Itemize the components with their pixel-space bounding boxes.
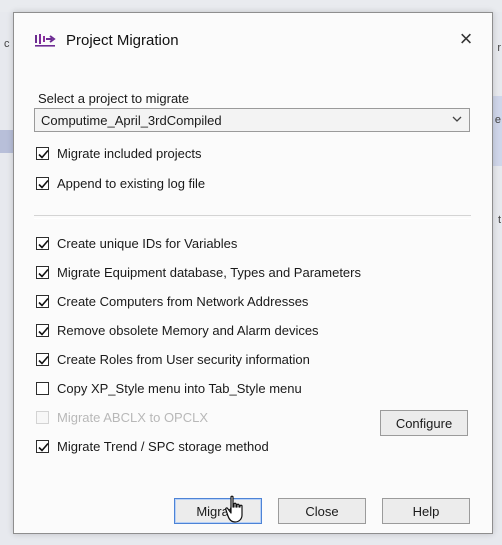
checkmark-icon (38, 149, 49, 159)
checkbox-label: Create Computers from Network Addresses (57, 294, 309, 309)
checkbox-copy-xp-style-menu[interactable]: Copy XP_Style menu into Tab_Style menu (36, 381, 302, 396)
project-migration-dialog: Project Migration × Select a project to … (13, 12, 493, 534)
checkbox-create-computers[interactable]: Create Computers from Network Addresses (36, 294, 308, 309)
background-right-char-3: t (497, 214, 501, 226)
checkbox-label: Append to existing log file (57, 176, 206, 191)
checkmark-icon (38, 239, 49, 249)
checkbox-label: Remove obsolete Memory and Alarm devices (57, 323, 319, 338)
help-button[interactable]: Help (382, 498, 470, 524)
close-icon: × (459, 26, 473, 51)
project-select-label: Select a project to migrate (38, 91, 190, 106)
checkbox-migrate-abclx-opclx: Migrate ABCLX to OPCLX (36, 410, 208, 425)
project-migration-icon (35, 33, 57, 47)
checkmark-icon (38, 326, 49, 336)
checkmark-icon (38, 268, 49, 278)
checkbox-square[interactable] (36, 324, 49, 337)
checkbox-migrate-included-projects[interactable]: Migrate included projects (36, 146, 202, 161)
checkbox-migrate-equipment-database[interactable]: Migrate Equipment database, Types and Pa… (36, 265, 361, 280)
checkbox-label: Migrate Equipment database, Types and Pa… (57, 265, 361, 280)
checkbox-create-unique-ids[interactable]: Create unique IDs for Variables (36, 236, 237, 251)
checkbox-square[interactable] (36, 177, 49, 190)
checkmark-icon (38, 442, 49, 452)
checkbox-label: Migrate included projects (57, 146, 202, 161)
checkbox-label: Copy XP_Style menu into Tab_Style menu (57, 381, 302, 396)
configure-button[interactable]: Configure (380, 410, 468, 436)
checkbox-label: Migrate ABCLX to OPCLX (57, 410, 209, 425)
background-top (0, 0, 502, 12)
background-left-char: c (4, 38, 10, 50)
checkbox-label: Migrate Trend / SPC storage method (57, 439, 269, 454)
checkmark-icon (38, 355, 49, 365)
dialog-title: Project Migration (66, 32, 179, 49)
migrate-button[interactable]: Migrate (174, 498, 262, 524)
checkbox-label: Create unique IDs for Variables (57, 236, 238, 251)
checkbox-square[interactable] (36, 353, 49, 366)
section-divider (34, 215, 471, 219)
dialog-titlebar: Project Migration × (14, 13, 492, 69)
checkbox-square[interactable] (36, 382, 49, 395)
background-right-highlight (492, 96, 502, 166)
close-dialog-button[interactable]: Close (278, 498, 366, 524)
close-button[interactable]: × (452, 25, 480, 53)
project-select-value: Computime_April_3rdCompiled (41, 113, 222, 128)
checkmark-icon (38, 179, 49, 189)
checkbox-square[interactable] (36, 147, 49, 160)
checkbox-square[interactable] (36, 237, 49, 250)
background-right-char-1: r (497, 42, 501, 54)
checkbox-square (36, 411, 49, 424)
background-right-char-2: e (494, 114, 501, 126)
checkbox-square[interactable] (36, 440, 49, 453)
project-select[interactable]: Computime_April_3rdCompiled (34, 108, 470, 132)
checkbox-square[interactable] (36, 266, 49, 279)
checkbox-label: Create Roles from User security informat… (57, 352, 310, 367)
checkbox-remove-obsolete-devices[interactable]: Remove obsolete Memory and Alarm devices (36, 323, 319, 338)
checkbox-append-log-file[interactable]: Append to existing log file (36, 176, 205, 191)
checkbox-square[interactable] (36, 295, 49, 308)
checkbox-migrate-trend-spc[interactable]: Migrate Trend / SPC storage method (36, 439, 269, 454)
chevron-down-icon (452, 116, 462, 122)
checkbox-create-roles[interactable]: Create Roles from User security informat… (36, 352, 310, 367)
checkmark-icon (38, 297, 49, 307)
